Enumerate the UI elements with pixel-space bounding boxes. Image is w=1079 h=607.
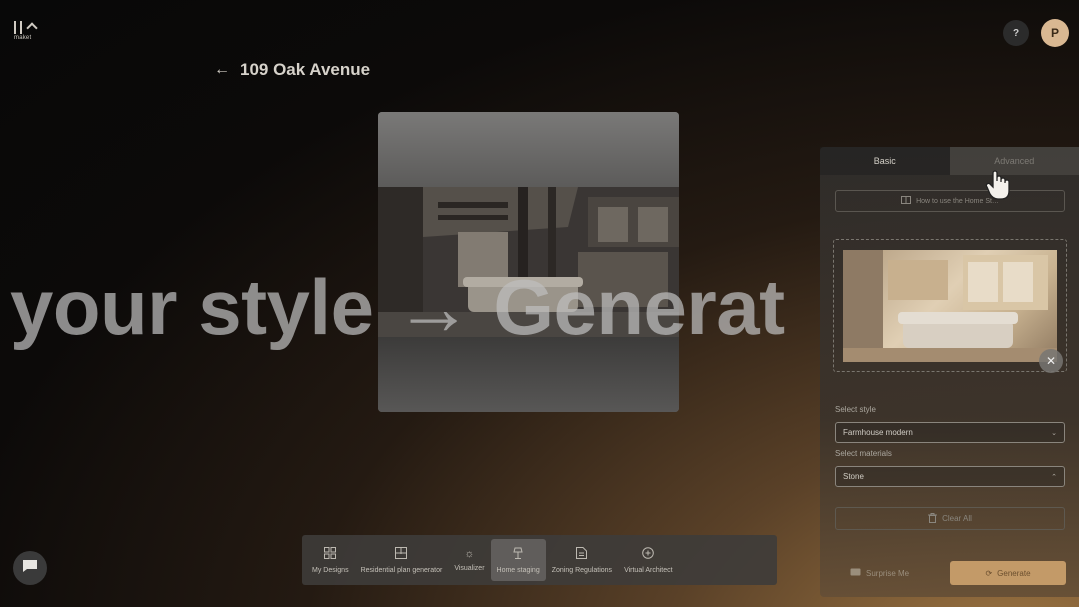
chat-plus-icon [642, 546, 655, 562]
toolbar-item-visualizer[interactable]: ☼ Visualizer [448, 539, 490, 581]
maket-logo[interactable]: maket [14, 20, 40, 44]
clear-all-label: Clear All [942, 514, 972, 523]
chat-bubble-icon [22, 559, 38, 578]
chevron-down-icon: ⌄ [1051, 429, 1057, 437]
tab-advanced[interactable]: Advanced [949, 147, 1079, 175]
toolbar-item-label: Residential plan generator [360, 566, 443, 574]
home-staging-panel: Basic Advanced How to use the Home St… ✕ [820, 147, 1079, 597]
materials-select[interactable]: Stone ⌃ [835, 466, 1065, 487]
page-header: ← 109 Oak Avenue [214, 60, 370, 80]
hand-cursor-icon [985, 169, 1011, 203]
grid-icon [324, 546, 337, 562]
toolbar-item-label: My Designs [312, 566, 349, 574]
tab-basic[interactable]: Basic [820, 147, 950, 175]
floorplan-icon [395, 546, 408, 562]
toolbar-item-home-staging[interactable]: Home staging [490, 539, 546, 581]
generate-button[interactable]: ⟳ Generate [950, 561, 1066, 585]
style-select[interactable]: Farmhouse modern ⌄ [835, 422, 1065, 443]
style-select-value: Farmhouse modern [843, 428, 913, 437]
book-icon [901, 196, 912, 206]
user-avatar[interactable]: P [1041, 19, 1069, 47]
uploaded-style-image [843, 250, 1057, 362]
generate-label: Generate [997, 568, 1031, 578]
select-style-label: Select style [835, 405, 876, 414]
materials-select-value: Stone [843, 472, 864, 481]
clear-all-button[interactable]: Clear All [835, 507, 1065, 530]
toolbar-item-zoning-regulations[interactable]: Zoning Regulations [546, 539, 618, 581]
promo-overlay-text: your style → Generat [10, 263, 785, 351]
toolbar-item-label: Visualizer [454, 565, 485, 572]
panel-tabs: Basic Advanced [820, 147, 1079, 175]
toolbar-item-label: Virtual Architect [624, 566, 673, 574]
toolbar-item-residential-plan-generator[interactable]: Residential plan generator [355, 539, 449, 581]
close-icon[interactable]: ✕ [1039, 349, 1063, 373]
toolbar-item-virtual-architect[interactable]: Virtual Architect [618, 539, 679, 581]
refresh-icon: ⟳ [985, 568, 993, 578]
dice-icon [850, 568, 861, 578]
image-upload-area[interactable]: ✕ [833, 239, 1067, 373]
back-arrow-icon[interactable]: ← [214, 61, 230, 79]
sun-icon: ☼ [464, 548, 475, 560]
surprise-me-button[interactable]: Surprise Me [850, 561, 909, 585]
help-button[interactable]: ? [1003, 20, 1029, 46]
chevron-up-icon: ⌃ [1051, 473, 1057, 481]
chat-support-button[interactable] [13, 551, 47, 585]
document-icon [576, 546, 588, 562]
lamp-icon [512, 547, 524, 562]
toolbar-item-my-designs[interactable]: My Designs [306, 539, 355, 581]
logo-wordmark: maket [14, 35, 32, 41]
how-to-use-button[interactable]: How to use the Home St… [835, 190, 1065, 212]
toolbar-item-label: Zoning Regulations [551, 566, 613, 574]
toolbar-item-label: Home staging [496, 566, 540, 574]
trash-icon [928, 512, 938, 525]
select-materials-label: Select materials [835, 449, 892, 458]
project-title: 109 Oak Avenue [240, 60, 371, 79]
bottom-toolbar: My Designs Residential plan generator ☼ … [302, 535, 777, 585]
surprise-me-label: Surprise Me [866, 568, 910, 578]
